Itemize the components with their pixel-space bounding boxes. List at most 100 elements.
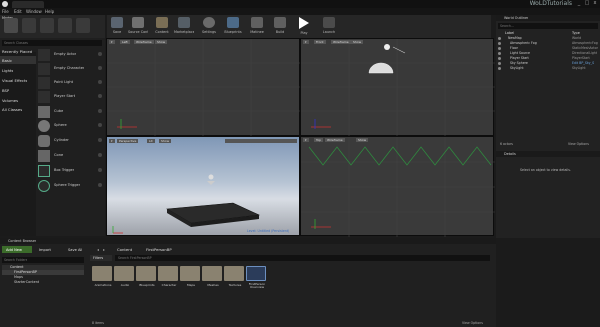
- folder-character[interactable]: Character: [158, 264, 180, 287]
- show-button[interactable]: Show: [356, 138, 369, 142]
- place-item-sphere-trigger[interactable]: Sphere Trigger: [38, 179, 104, 193]
- viewport-front[interactable]: ▾ Front Wireframe Show: [300, 38, 495, 137]
- folder-meshes[interactable]: Meshes: [202, 264, 224, 287]
- tree-item-startercontent[interactable]: StarterContent: [2, 280, 84, 285]
- help-icon[interactable]: [98, 138, 102, 142]
- category-recently-placed[interactable]: Recently Placed: [2, 49, 32, 54]
- foliage-mode-icon[interactable]: [58, 18, 72, 33]
- viewport-options-button[interactable]: ▾: [303, 138, 309, 142]
- help-icon[interactable]: [98, 52, 102, 56]
- viewport-options-button[interactable]: ▾: [303, 40, 309, 44]
- folder-maps[interactable]: Maps: [180, 264, 202, 287]
- paint-mode-icon[interactable]: [22, 18, 36, 33]
- directional-light-icon[interactable]: [400, 51, 406, 57]
- folder-textures[interactable]: Textures: [224, 264, 246, 287]
- asset-search-input[interactable]: Search FirstPersonBP: [115, 255, 490, 261]
- sky-sphere-actor-icon[interactable]: [381, 38, 393, 48]
- outliner-view-options[interactable]: View Options: [568, 142, 589, 146]
- column-label[interactable]: Label: [505, 31, 514, 35]
- viewport-options-button[interactable]: ▾: [109, 139, 115, 143]
- category-volumes[interactable]: Volumes: [2, 98, 18, 103]
- category-lights[interactable]: Lights: [2, 68, 13, 73]
- edit-blueprint-link[interactable]: Edit BP_Sky_S: [572, 61, 594, 65]
- help-icon[interactable]: [98, 183, 102, 187]
- outliner-search-input[interactable]: Search...: [498, 23, 598, 29]
- place-item-sphere[interactable]: Sphere: [38, 119, 104, 133]
- folder-blueprints[interactable]: Blueprints: [136, 264, 158, 287]
- minimize-button[interactable]: _: [575, 0, 583, 6]
- menu-help[interactable]: Help: [45, 9, 54, 14]
- eye-icon[interactable]: [498, 42, 501, 45]
- close-button[interactable]: x: [591, 0, 599, 6]
- eye-icon[interactable]: [498, 37, 501, 40]
- transform-toolbar[interactable]: [225, 139, 297, 143]
- help-icon[interactable]: [98, 109, 102, 113]
- level-tab[interactable]: [12, 1, 44, 8]
- menu-edit[interactable]: Edit: [14, 9, 22, 14]
- cb-view-options[interactable]: View Options: [462, 321, 483, 325]
- content-button[interactable]: Content: [152, 15, 172, 38]
- viewport-left[interactable]: ▾ Left Wireframe Show: [106, 38, 301, 137]
- menu-window[interactable]: Window: [26, 9, 42, 14]
- forward-icon[interactable]: ▸: [103, 247, 105, 252]
- wireframe-button[interactable]: Wireframe: [325, 138, 345, 142]
- save-all-button[interactable]: Save All: [64, 246, 92, 253]
- source-control-button[interactable]: Source Control: [128, 15, 148, 38]
- menu-file[interactable]: File: [2, 9, 9, 14]
- show-button[interactable]: Show: [159, 139, 172, 143]
- place-item-player-start[interactable]: Player Start: [38, 90, 104, 104]
- back-icon[interactable]: ◂: [97, 247, 99, 252]
- view-mode-top-button[interactable]: Top: [314, 138, 324, 142]
- place-item-empty-actor[interactable]: Empty Actor: [38, 48, 104, 62]
- filters-button[interactable]: Filters: [90, 255, 112, 261]
- place-item-cube[interactable]: Cube: [38, 105, 104, 119]
- eye-icon[interactable]: [498, 57, 501, 60]
- show-button[interactable]: Show: [155, 40, 168, 44]
- place-item-cylinder[interactable]: Cylinder: [38, 134, 104, 148]
- show-button[interactable]: Show: [351, 40, 364, 44]
- viewport-perspective[interactable]: ▾ Perspective Lit Show Level: Untitled (…: [106, 136, 300, 236]
- build-button[interactable]: Build: [270, 15, 290, 38]
- perspective-button[interactable]: Perspective: [117, 139, 139, 143]
- table-row[interactable]: SkyLight SkyLight: [496, 66, 600, 71]
- place-item-box-trigger[interactable]: Box Trigger: [38, 164, 104, 178]
- blueprints-button[interactable]: Blueprints: [223, 15, 243, 38]
- category-basic[interactable]: Basic: [2, 58, 12, 63]
- column-type[interactable]: Type: [572, 31, 580, 35]
- content-browser-title[interactable]: Content Browser: [8, 239, 36, 243]
- outliner-title[interactable]: World Outliner: [504, 16, 528, 20]
- details-title[interactable]: Details: [504, 152, 516, 156]
- viewport-top[interactable]: ▾ Top Wireframe Show: [300, 136, 495, 237]
- play-button[interactable]: Play: [294, 15, 314, 38]
- wireframe-button[interactable]: Wireframe: [331, 40, 351, 44]
- lit-button[interactable]: Lit: [147, 139, 155, 143]
- place-item-cone[interactable]: Cone: [38, 149, 104, 163]
- settings-button[interactable]: Settings: [199, 15, 219, 38]
- import-button[interactable]: Import: [35, 246, 59, 253]
- folder-animations[interactable]: Animations: [92, 264, 114, 287]
- breadcrumb-firstpersonbp[interactable]: FirstPersonBP: [146, 247, 172, 252]
- eye-icon[interactable]: [498, 67, 501, 70]
- geometry-mode-icon[interactable]: [76, 18, 90, 33]
- marketplace-button[interactable]: Marketplace: [174, 15, 194, 38]
- view-mode-left-button[interactable]: Left: [120, 40, 130, 44]
- place-item-empty-character[interactable]: Empty Character: [38, 62, 104, 76]
- help-icon[interactable]: [98, 168, 102, 172]
- viewport-options-button[interactable]: ▾: [109, 40, 115, 44]
- category-visual-effects[interactable]: Visual Effects: [2, 78, 27, 83]
- save-button[interactable]: Save: [107, 15, 127, 38]
- maximize-button[interactable]: □: [583, 0, 591, 6]
- breadcrumb-content[interactable]: Content: [117, 247, 132, 252]
- help-icon[interactable]: [98, 153, 102, 157]
- eye-icon[interactable]: [498, 52, 501, 55]
- help-icon[interactable]: [98, 94, 102, 98]
- folder-search-input[interactable]: Search Folders: [2, 257, 84, 263]
- category-bsp[interactable]: BSP: [2, 88, 9, 93]
- help-icon[interactable]: [98, 66, 102, 70]
- player-start-actor-icon[interactable]: [209, 174, 215, 184]
- class-search-input[interactable]: Search Classes: [2, 40, 102, 46]
- eye-icon[interactable]: [498, 62, 501, 65]
- place-item-point-light[interactable]: Point Light: [38, 76, 104, 90]
- view-mode-front-button[interactable]: Front: [314, 40, 326, 44]
- help-icon[interactable]: [98, 80, 102, 84]
